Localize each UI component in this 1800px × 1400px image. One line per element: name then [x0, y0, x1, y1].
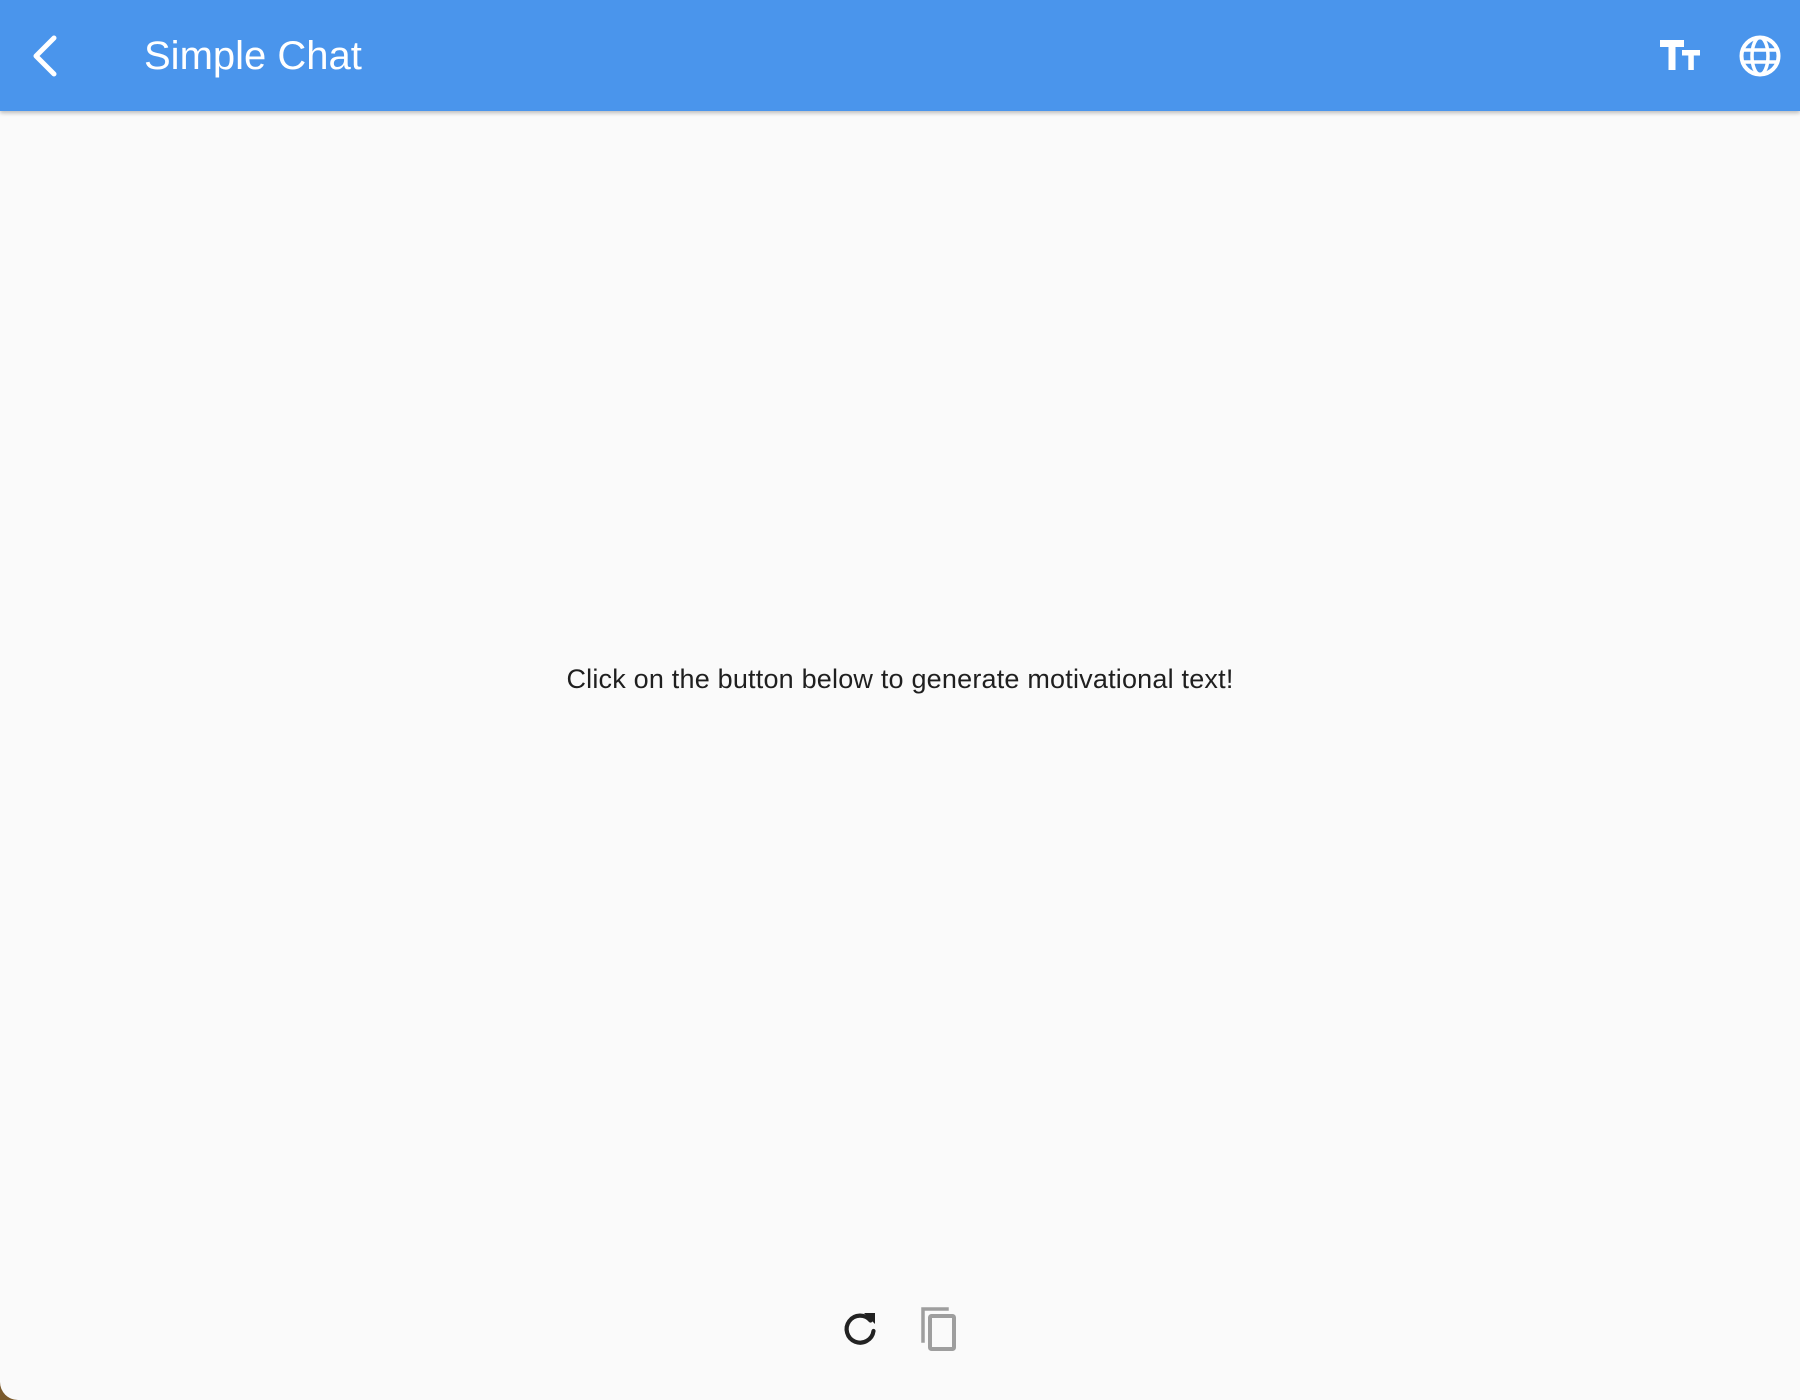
language-button[interactable] [1734, 30, 1786, 82]
globe-icon [1739, 35, 1781, 77]
app-window: Simple Chat Click on the button below to… [0, 0, 1800, 1400]
refresh-button[interactable] [832, 1301, 888, 1357]
copy-button[interactable] [911, 1301, 967, 1357]
main-content: Click on the button below to generate mo… [0, 111, 1800, 1400]
app-title: Simple Chat [144, 34, 362, 78]
chevron-left-icon [33, 35, 57, 77]
instruction-text: Click on the button below to generate mo… [566, 664, 1234, 694]
copy-icon [921, 1307, 956, 1351]
back-button[interactable] [20, 26, 70, 86]
refresh-icon [844, 1313, 876, 1345]
text-size-icon [1660, 40, 1700, 70]
font-size-button[interactable] [1654, 30, 1706, 82]
bottom-action-bar [0, 1295, 1800, 1365]
app-bar: Simple Chat [0, 0, 1800, 111]
